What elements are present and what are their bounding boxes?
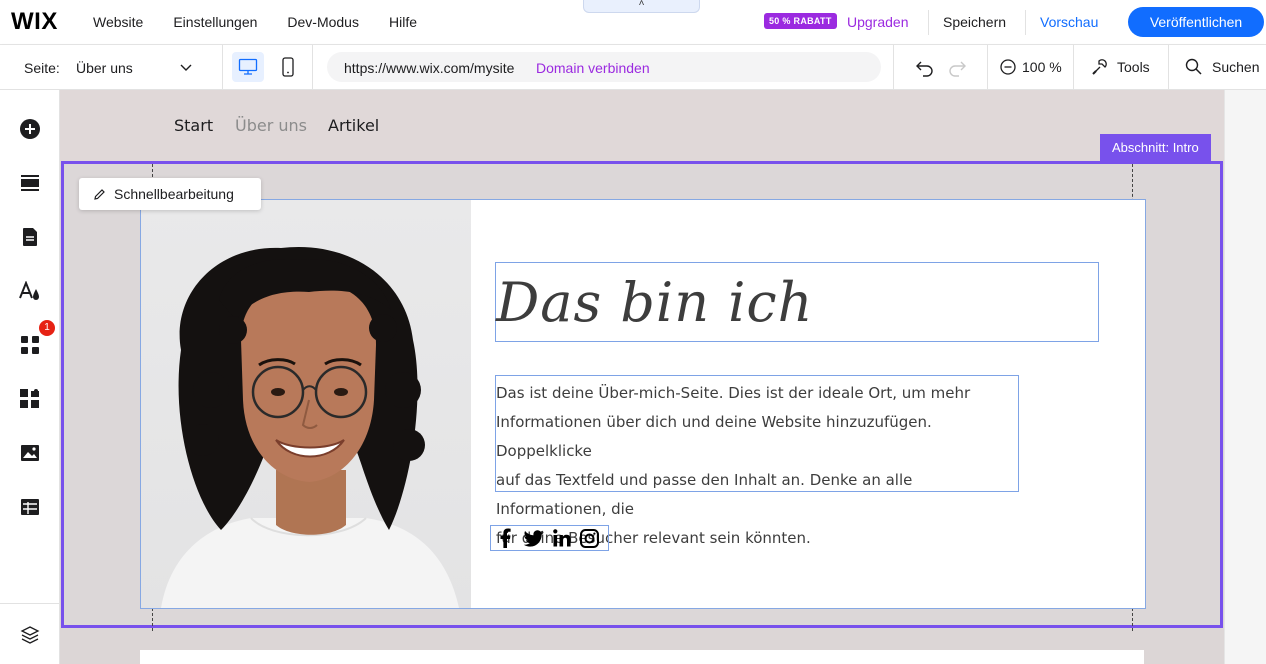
profile-photo[interactable] (141, 200, 471, 608)
chevron-down-icon[interactable] (179, 60, 193, 74)
desktop-icon (238, 58, 258, 75)
quick-edit-label: Schnellbearbeitung (114, 186, 234, 202)
save-button[interactable]: Speichern (943, 14, 1006, 30)
page-heading[interactable]: Das bin ich (496, 271, 813, 334)
search-label: Suchen (1212, 58, 1260, 75)
menu-settings[interactable]: Einstellungen (173, 14, 257, 30)
connect-domain-link[interactable]: Domain verbinden (536, 60, 650, 76)
apps-notification-badge: 1 (39, 320, 55, 336)
quick-edit-button[interactable]: Schnellbearbeitung (79, 178, 261, 210)
next-section-strip[interactable] (140, 650, 1144, 664)
mobile-view-button[interactable] (276, 52, 300, 82)
menu-dev-mode[interactable]: Dev-Modus (287, 14, 359, 30)
menu-help[interactable]: Hilfe (389, 14, 417, 30)
sections-icon[interactable] (18, 171, 42, 195)
menu-website[interactable]: Website (93, 14, 143, 30)
divider (893, 45, 894, 90)
paragraph-line: Informationen über dich und deine Websit… (496, 413, 932, 460)
divider (1168, 45, 1169, 90)
site-url[interactable]: https://www.wix.com/mysite (344, 60, 514, 76)
zoom-level: 100 % (1022, 59, 1062, 75)
divider (1025, 10, 1026, 35)
site-nav-articles[interactable]: Artikel (328, 116, 379, 135)
intro-section[interactable]: Das bin ich Das ist deine Über-mich-Seit… (61, 161, 1223, 631)
facebook-icon[interactable] (496, 527, 515, 549)
upgrade-link[interactable]: Upgraden (847, 14, 909, 30)
design-icon[interactable] (18, 279, 42, 303)
canvas-scrollbar[interactable] (1224, 90, 1266, 664)
publish-button[interactable]: Veröffentlichen (1128, 7, 1264, 37)
pencil-icon (94, 188, 105, 200)
editor-canvas[interactable]: Start Über uns Artikel Abschnitt: Intro (60, 90, 1224, 664)
mobile-icon (282, 57, 294, 77)
site-nav-about[interactable]: Über uns (235, 116, 307, 135)
discount-badge: 50 % RABATT (764, 13, 837, 29)
title-textbox[interactable]: Das bin ich (495, 262, 1099, 342)
site-url-bar: https://www.wix.com/mysite Domain verbin… (327, 52, 881, 82)
portrait-image (161, 246, 459, 608)
desktop-view-button[interactable] (232, 52, 264, 82)
twitter-icon[interactable] (523, 527, 544, 549)
divider (987, 45, 988, 90)
instagram-icon[interactable] (580, 527, 599, 549)
search-icon (1185, 58, 1202, 75)
left-sidebar: 1 (0, 90, 60, 664)
section-label[interactable]: Abschnitt: Intro (1100, 134, 1211, 161)
divider (312, 45, 313, 90)
page-select[interactable]: Über uns (76, 60, 196, 76)
sidebar-divider (0, 603, 60, 604)
tools-button[interactable]: Tools (1091, 58, 1150, 76)
linkedin-icon[interactable] (552, 527, 572, 549)
paragraph-line: auf das Textfeld und passe den Inhalt an… (496, 471, 913, 518)
site-nav-start[interactable]: Start (174, 116, 213, 135)
layers-icon[interactable] (18, 623, 42, 647)
main-menu: Website Einstellungen Dev-Modus Hilfe (93, 14, 447, 30)
divider (222, 45, 223, 90)
paragraph-textbox[interactable]: Das ist deine Über-mich-Seite. Dies ist … (495, 375, 1019, 547)
collapse-toolbar-tab[interactable]: ˄ (583, 0, 700, 13)
cms-icon[interactable] (18, 495, 42, 519)
business-apps-icon[interactable] (18, 387, 42, 411)
zoom-out-icon[interactable] (1000, 59, 1016, 75)
search-button[interactable]: Suchen (1185, 58, 1259, 75)
wix-logo[interactable]: WIX (11, 8, 81, 36)
media-icon[interactable] (18, 441, 42, 465)
divider (1073, 45, 1074, 90)
preview-button[interactable]: Vorschau (1040, 14, 1098, 30)
content-strip[interactable]: Das bin ich Das ist deine Über-mich-Seit… (140, 199, 1146, 609)
top-bar: WIX Website Einstellungen Dev-Modus Hilf… (0, 0, 1266, 45)
page-label: Seite: (24, 60, 60, 76)
redo-icon[interactable] (946, 57, 968, 79)
apps-icon[interactable] (18, 333, 42, 357)
divider (928, 10, 929, 35)
site-header[interactable]: Start Über uns Artikel (60, 90, 1224, 162)
tools-icon (1092, 59, 1107, 75)
add-icon[interactable] (18, 117, 42, 141)
pages-icon[interactable] (18, 225, 42, 249)
social-bar[interactable] (490, 525, 609, 551)
undo-icon[interactable] (914, 57, 936, 79)
paragraph-line: Das ist deine Über-mich-Seite. Dies ist … (496, 384, 971, 402)
zoom-control[interactable]: 100 % (1000, 59, 1062, 75)
tools-label: Tools (1117, 59, 1150, 75)
